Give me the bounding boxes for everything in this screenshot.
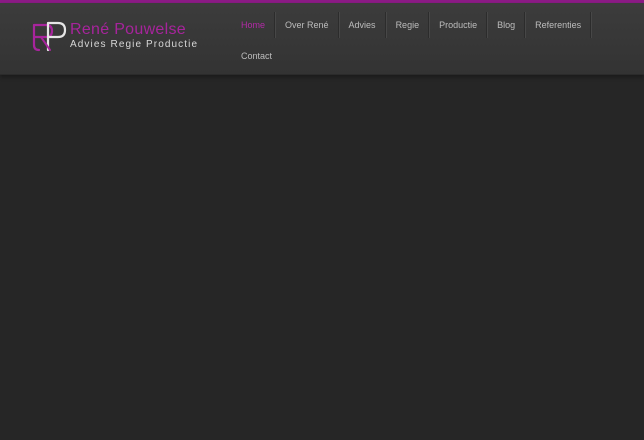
main-navigation: Home Over René Advies Regie Productie Bl… [232, 6, 593, 77]
nav-row-2: Contact [232, 41, 281, 71]
nav-item-over-rene[interactable]: Over René [276, 10, 338, 40]
logo-tagline: Advies Regie Productie [70, 39, 199, 50]
nav-item-home[interactable]: Home [232, 10, 274, 40]
nav-row-1: Home Over René Advies Regie Productie Bl… [232, 10, 593, 40]
nav-item-blog[interactable]: Blog [488, 10, 524, 40]
nav-item-regie[interactable]: Regie [387, 10, 429, 40]
nav-item-contact[interactable]: Contact [232, 41, 281, 71]
site-logo-link[interactable]: René Pouwelse Advies Regie Productie [32, 21, 212, 57]
nav-item-advies[interactable]: Advies [340, 10, 385, 40]
logo-name: René Pouwelse [70, 21, 186, 38]
site-header: René Pouwelse Advies Regie Productie Hom… [0, 3, 644, 75]
nav-item-productie[interactable]: Productie [430, 10, 486, 40]
rp-monogram-logo-icon [32, 21, 67, 52]
nav-divider [590, 12, 593, 38]
nav-item-referenties[interactable]: Referenties [526, 10, 590, 40]
